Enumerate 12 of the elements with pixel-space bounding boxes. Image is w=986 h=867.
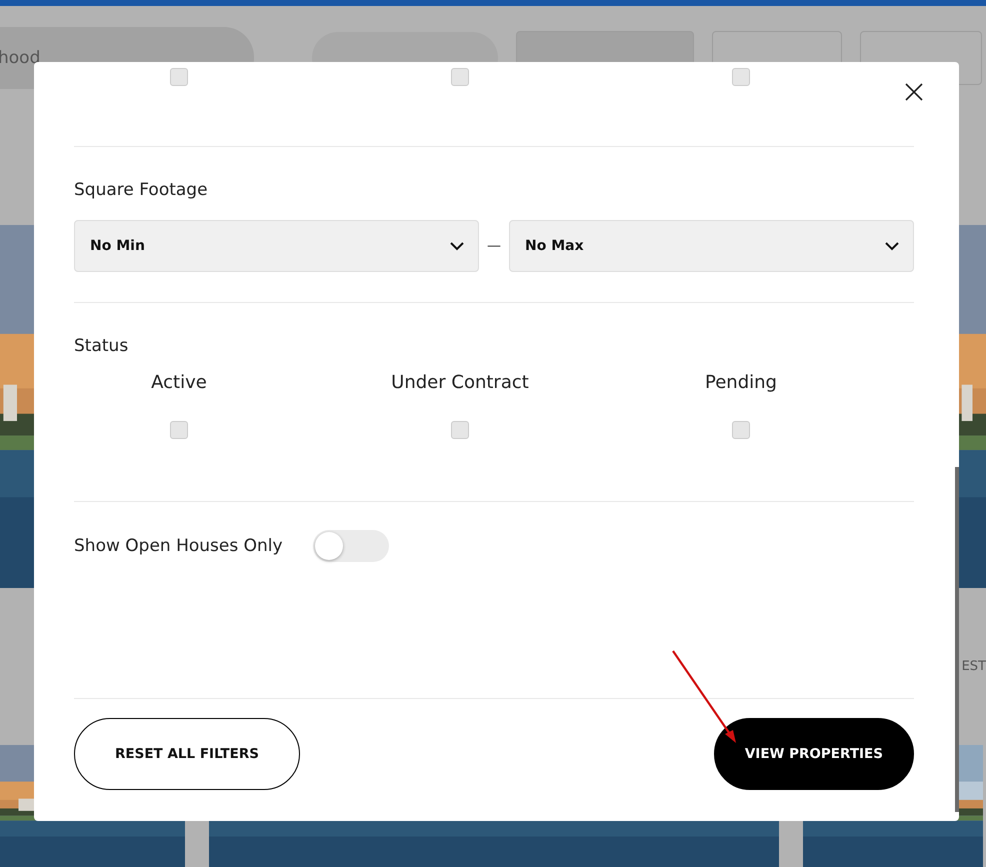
listing-text: EST — [962, 659, 986, 674]
reset-button[interactable]: RESET ALL FILTERS — [74, 718, 300, 790]
status-label: Active — [151, 372, 207, 393]
status-label: Pending — [705, 372, 777, 393]
max-select[interactable]: No Max — [509, 220, 914, 272]
view-properties-button[interactable]: VIEW PROPERTIES — [714, 718, 914, 790]
section-label: Square Footage — [74, 180, 209, 200]
section-label: Status — [74, 336, 130, 356]
open-houses-label: Show Open Houses Only — [74, 536, 283, 556]
range-dash: — — [487, 238, 501, 254]
min-select[interactable]: No Min — [74, 220, 479, 272]
status-label: Under Contract — [391, 372, 529, 393]
